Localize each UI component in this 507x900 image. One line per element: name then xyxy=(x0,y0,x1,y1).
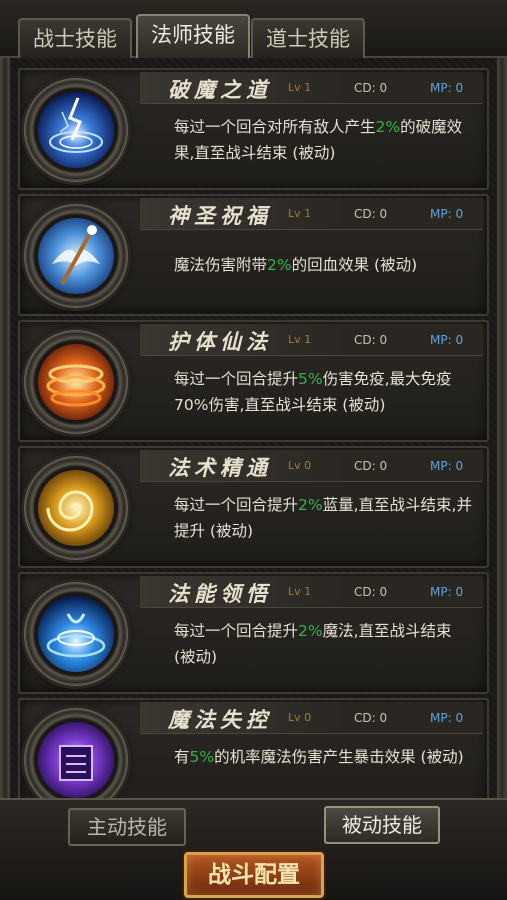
skill-percent: 2% xyxy=(298,622,323,640)
skill-header: 护体仙法 Lv 1 CD: 0 MP: 0 xyxy=(140,324,483,356)
skill-mp-cost: MP: 0 xyxy=(430,585,464,599)
skill-header: 法术精通 Lv 0 CD: 0 MP: 0 xyxy=(140,450,483,482)
bottom-bar: 主动技能 被动技能 战斗配置 xyxy=(0,798,507,900)
skill-description: 每过一个回合提升2%蓝量,直至战斗结束,并提升 (被动) xyxy=(174,496,472,540)
skill-description: 每过一个回合提升2%魔法,直至战斗结束 (被动) xyxy=(174,622,452,666)
skill-cooldown: CD: 0 xyxy=(354,333,388,347)
skill-header: 法能领悟 Lv 1 CD: 0 MP: 0 xyxy=(140,576,483,608)
skill-header: 魔法失控 Lv 0 CD: 0 MP: 0 xyxy=(140,702,483,734)
skill-description: 每过一个回合对所有敌人产生2%的破魔效果,直至战斗结束 (被动) xyxy=(174,118,463,162)
skill-percent: 5% xyxy=(189,748,215,766)
skill-header: 神圣祝福 Lv 1 CD: 0 MP: 0 xyxy=(140,198,483,230)
skill-card[interactable]: 魔法失控 Lv 0 CD: 0 MP: 0 有5%的机率魔法伤害产生暴击效果 (… xyxy=(18,698,489,798)
skill-icon-frame xyxy=(24,708,128,798)
skill-percent: 5% xyxy=(298,370,323,388)
skill-name: 魔法失控 xyxy=(168,707,272,732)
blue-vortex-icon xyxy=(38,596,114,672)
skill-level: Lv 1 xyxy=(288,333,312,346)
skill-cooldown: CD: 0 xyxy=(354,459,388,473)
skill-name: 法能领悟 xyxy=(168,581,272,606)
skill-card[interactable]: 法能领悟 Lv 1 CD: 0 MP: 0 每过一个回合提升2%魔法,直至战斗结… xyxy=(18,572,489,694)
skill-level: Lv 1 xyxy=(288,207,312,220)
fire-shield-icon xyxy=(38,344,114,420)
skill-card[interactable]: 法术精通 Lv 0 CD: 0 MP: 0 每过一个回合提升2%蓝量,直至战斗结… xyxy=(18,446,489,568)
lightning-sigil-icon xyxy=(38,92,114,168)
purple-rune-icon xyxy=(38,722,114,798)
skill-level: Lv 1 xyxy=(288,585,312,598)
skill-mp-cost: MP: 0 xyxy=(430,333,464,347)
skill-percent: 2% xyxy=(298,496,323,514)
skill-mp-cost: MP: 0 xyxy=(430,459,464,473)
skill-name: 法术精通 xyxy=(168,455,272,480)
skill-list[interactable]: 破魔之道 Lv 1 CD: 0 MP: 0 每过一个回合对所有敌人产生2%的破魔… xyxy=(0,58,507,798)
skill-icon-frame xyxy=(24,330,128,434)
skill-cooldown: CD: 0 xyxy=(354,711,388,725)
skill-mp-cost: MP: 0 xyxy=(430,711,464,725)
skill-icon-frame xyxy=(24,582,128,686)
skill-level: Lv 0 xyxy=(288,459,312,472)
tab-warrior-skills[interactable]: 战士技能 xyxy=(18,18,132,58)
class-tab-bar: 战士技能 法师技能 道士技能 xyxy=(0,0,507,58)
passive-skills-button[interactable]: 被动技能 xyxy=(324,806,440,844)
skill-icon-frame xyxy=(24,456,128,560)
skill-header: 破魔之道 Lv 1 CD: 0 MP: 0 xyxy=(140,72,483,104)
skill-mp-cost: MP: 0 xyxy=(430,207,464,221)
skill-icon-frame xyxy=(24,204,128,308)
skill-icon-frame xyxy=(24,78,128,182)
skill-cooldown: CD: 0 xyxy=(354,585,388,599)
skill-name: 神圣祝福 xyxy=(168,203,272,228)
skill-level: Lv 1 xyxy=(288,81,312,94)
skill-level: Lv 0 xyxy=(288,711,312,724)
tab-taoist-skills[interactable]: 道士技能 xyxy=(251,18,365,58)
golden-swirl-icon xyxy=(38,470,114,546)
skill-cooldown: CD: 0 xyxy=(354,81,388,95)
skill-cooldown: CD: 0 xyxy=(354,207,388,221)
skill-percent: 2% xyxy=(267,256,292,274)
skill-card[interactable]: 护体仙法 Lv 1 CD: 0 MP: 0 每过一个回合提升5%伤害免疫,最大免… xyxy=(18,320,489,442)
winged-staff-icon xyxy=(38,218,114,294)
skill-description: 有5%的机率魔法伤害产生暴击效果 (被动) xyxy=(174,748,464,766)
battle-config-button[interactable]: 战斗配置 xyxy=(184,852,324,898)
skill-mp-cost: MP: 0 xyxy=(430,81,464,95)
skill-card[interactable]: 神圣祝福 Lv 1 CD: 0 MP: 0 魔法伤害附带2%的回血效果 (被动) xyxy=(18,194,489,316)
skill-name: 护体仙法 xyxy=(168,329,272,354)
skill-percent: 2% xyxy=(375,118,401,136)
active-skills-button[interactable]: 主动技能 xyxy=(68,808,186,846)
skill-card[interactable]: 破魔之道 Lv 1 CD: 0 MP: 0 每过一个回合对所有敌人产生2%的破魔… xyxy=(18,68,489,190)
skill-description: 魔法伤害附带2%的回血效果 (被动) xyxy=(174,256,418,274)
skill-description: 每过一个回合提升5%伤害免疫,最大免疫70%伤害,直至战斗结束 (被动) xyxy=(174,370,452,414)
skill-name: 破魔之道 xyxy=(168,77,272,102)
tab-mage-skills[interactable]: 法师技能 xyxy=(136,14,250,58)
